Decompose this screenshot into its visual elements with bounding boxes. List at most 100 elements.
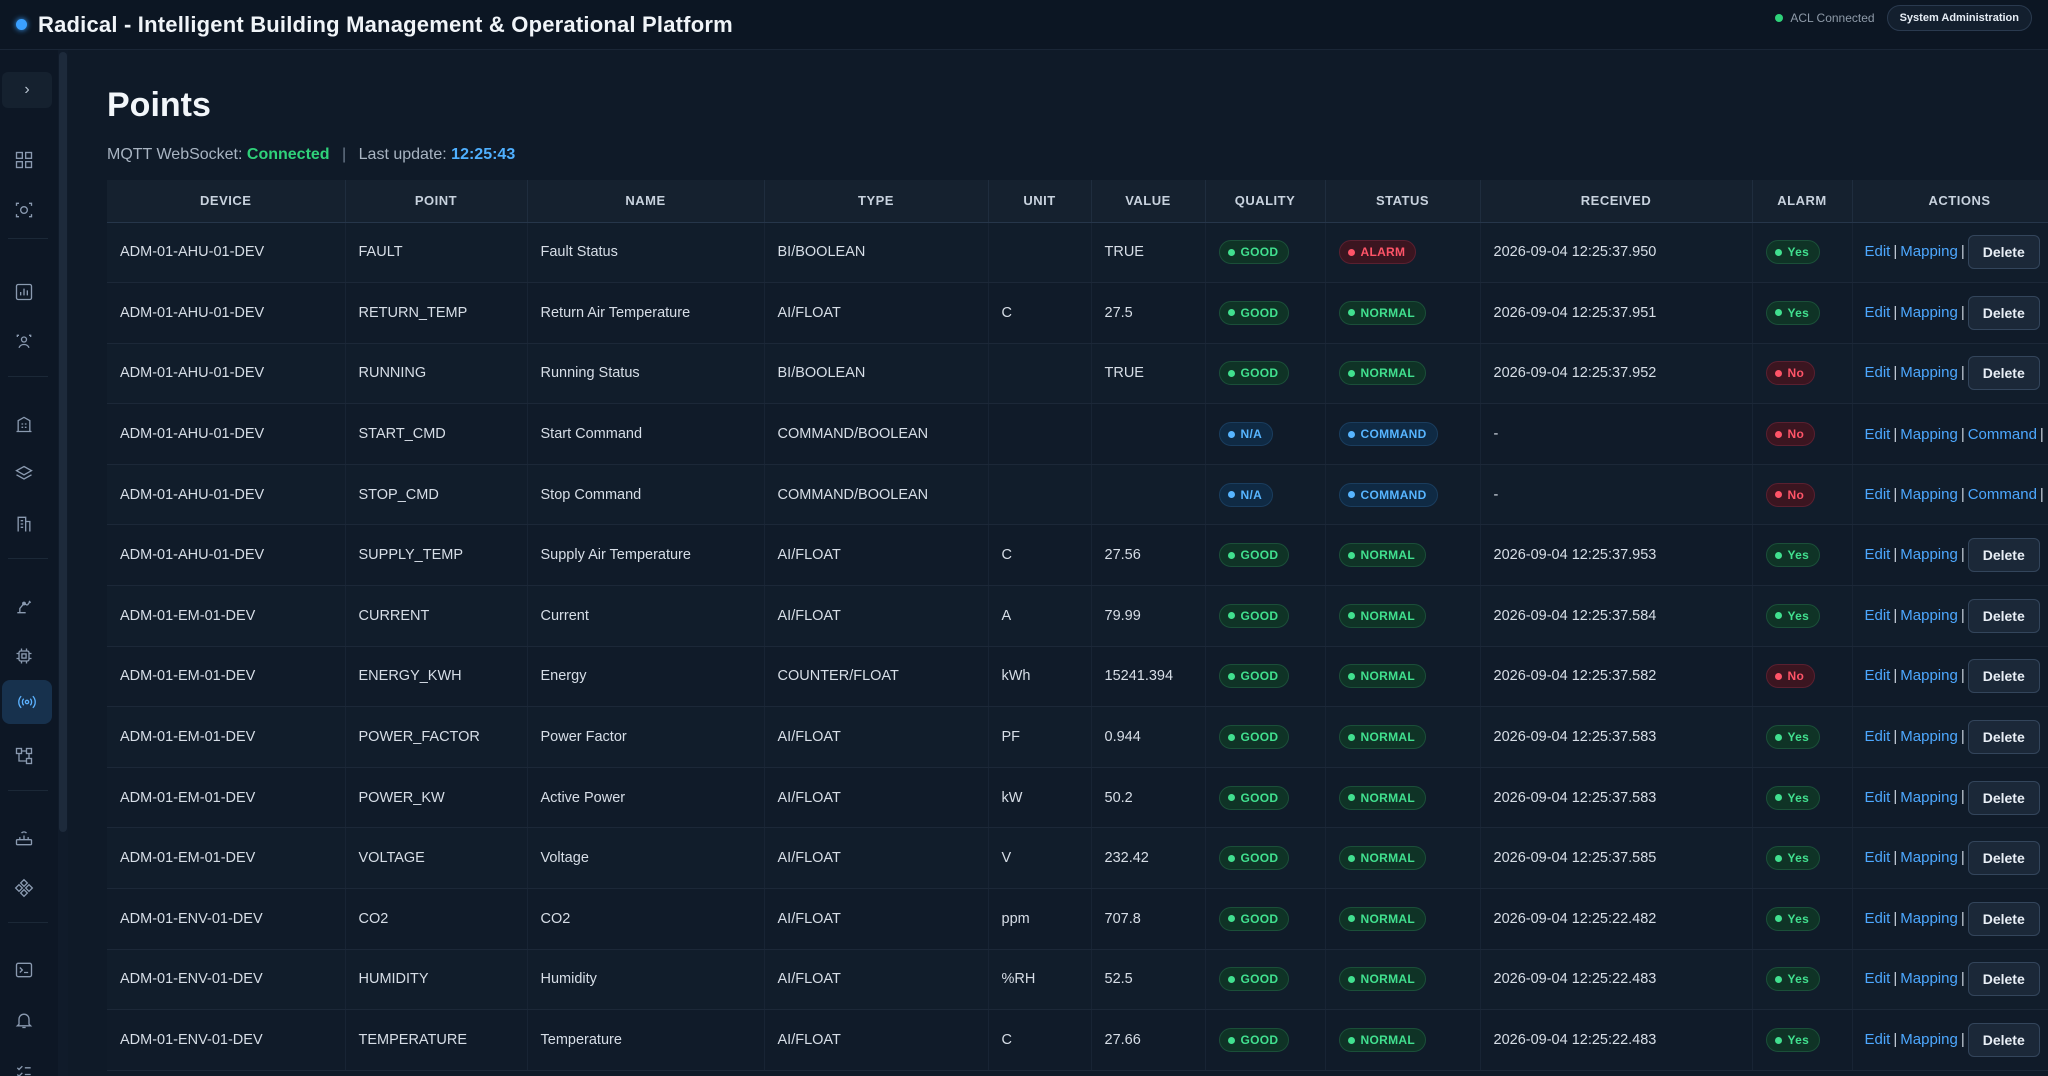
mapping-link[interactable]: Mapping <box>1900 788 1958 805</box>
mapping-link[interactable]: Mapping <box>1900 486 1958 503</box>
table-row[interactable]: ADM-01-AHU-01-DEV SUPPLY_TEMP Supply Air T… <box>107 524 2048 587</box>
cell-status: NORMAL <box>1325 1009 1481 1071</box>
table-row[interactable]: ADM-01-EM-01-DEV ENERGY_KWH Energy COUNTER/… <box>107 646 2048 708</box>
status-badge-label: NORMAL <box>1360 366 1415 381</box>
delete-button[interactable]: Delete <box>1967 720 2040 755</box>
quality-badge: GOOD <box>1218 361 1290 386</box>
sidebar-item-hierarchy[interactable] <box>4 736 44 776</box>
sidebar-item-network[interactable] <box>4 868 44 908</box>
sidebar-item-dashboard[interactable] <box>4 140 44 180</box>
delete-button[interactable]: Delete <box>1967 356 2040 391</box>
column-header-device[interactable]: DEVICE <box>107 180 346 223</box>
edit-link[interactable]: Edit <box>1865 849 1891 866</box>
table-row[interactable]: ADM-01-EM-01-DEV CURRENT Current AI/FLOAT A 7… <box>107 585 2048 647</box>
edit-link[interactable]: Edit <box>1865 728 1891 745</box>
device-text: ADM-01-EM-01-DEV <box>120 668 256 685</box>
edit-link[interactable]: Edit <box>1865 667 1891 684</box>
command-link[interactable]: Command <box>1968 426 2037 443</box>
cell-value: 27.56 <box>1091 524 1206 587</box>
edit-link[interactable]: Edit <box>1865 910 1891 927</box>
table-row[interactable]: ADM-01-AHU-01-DEV RUNNING Running Status BI… <box>107 343 2048 405</box>
table-row[interactable]: ADM-01-AHU-01-DEV FAULT Fault Status BI/BOO… <box>107 222 2048 284</box>
column-header-alarm[interactable]: ALARM <box>1752 180 1853 223</box>
sidebar-expand-button[interactable]: › <box>2 72 52 108</box>
sidebar-item-broadcast[interactable] <box>2 680 52 724</box>
cell-status: NORMAL <box>1325 706 1481 768</box>
column-header-unit[interactable]: UNIT <box>988 180 1092 223</box>
mapping-link[interactable]: Mapping <box>1900 426 1958 443</box>
table-row[interactable]: ADM-01-EM-01-DEV VOLTAGE Voltage AI/FLOAT V 2… <box>107 827 2048 890</box>
quality-badge-label: GOOD <box>1240 245 1279 260</box>
mapping-link[interactable]: Mapping <box>1900 546 1958 563</box>
delete-button[interactable]: Delete <box>1967 962 2040 997</box>
column-header-actions[interactable]: ACTIONS <box>1852 180 2048 223</box>
delete-button[interactable]: Delete <box>1967 295 2040 330</box>
sidebar-item-layers[interactable] <box>4 454 44 494</box>
mapping-link[interactable]: Mapping <box>1900 1031 1958 1048</box>
table-row[interactable]: ADM-01-AHU-01-DEV STOP_CMD Stop Command COM… <box>107 464 2048 526</box>
mapping-link[interactable]: Mapping <box>1900 304 1958 321</box>
table-row[interactable]: ADM-01-AHU-01-DEV START_CMD Start Command C… <box>107 403 2048 465</box>
cell-point: TEMPERATURE <box>345 1009 528 1071</box>
table-row[interactable]: ADM-01-ENV-01-DEV CO2 CO2 AI/FLOAT ppm 707.8 G… <box>107 888 2048 950</box>
edit-link[interactable]: Edit <box>1865 788 1891 805</box>
column-header-value[interactable]: VALUE <box>1091 180 1206 223</box>
edit-link[interactable]: Edit <box>1865 1031 1891 1048</box>
delete-button[interactable]: Delete <box>1967 538 2040 573</box>
cell-received: 2026-09-04 12:25:22.483 <box>1480 949 1753 1011</box>
sidebar-item-building[interactable] <box>4 404 44 444</box>
edit-link[interactable]: Edit <box>1865 426 1891 443</box>
edit-link[interactable]: Edit <box>1865 607 1891 624</box>
mapping-link[interactable]: Mapping <box>1900 970 1958 987</box>
delete-button[interactable]: Delete <box>1967 235 2040 270</box>
table-row[interactable]: ADM-01-ENV-01-DEV TEMPERATURE Temperature A… <box>107 1009 2048 1071</box>
table-row[interactable]: ADM-01-EM-01-DEV POWER_FACTOR Power Factor… <box>107 706 2048 768</box>
sidebar-item-people[interactable] <box>4 322 44 362</box>
column-header-received[interactable]: RECEIVED <box>1480 180 1753 223</box>
mapping-link[interactable]: Mapping <box>1900 364 1958 381</box>
table-row[interactable]: ADM-01-ENV-01-DEV HUMIDITY Humidity AI/FLOA… <box>107 949 2048 1011</box>
edit-link[interactable]: Edit <box>1865 364 1891 381</box>
column-header-name[interactable]: NAME <box>527 180 765 223</box>
delete-button[interactable]: Delete <box>1967 1023 2040 1058</box>
delete-button[interactable]: Delete <box>1967 841 2040 876</box>
sidebar-item-router[interactable] <box>4 818 44 858</box>
sidebar-scrollbar-thumb[interactable] <box>59 52 67 832</box>
edit-link[interactable]: Edit <box>1865 970 1891 987</box>
mapping-link[interactable]: Mapping <box>1900 849 1958 866</box>
system-administration-button[interactable]: System Administration <box>1886 5 2032 31</box>
command-link[interactable]: Command <box>1968 486 2037 503</box>
status-dot-icon <box>1227 733 1235 741</box>
mapping-link[interactable]: Mapping <box>1900 728 1958 745</box>
status-dot-icon <box>1774 309 1782 317</box>
delete-button[interactable]: Delete <box>1967 780 2040 815</box>
edit-link[interactable]: Edit <box>1865 304 1891 321</box>
sidebar-item-analytics[interactable] <box>4 272 44 312</box>
column-header-point[interactable]: POINT <box>345 180 528 223</box>
edit-link[interactable]: Edit <box>1865 546 1891 563</box>
column-header-type[interactable]: TYPE <box>764 180 989 223</box>
mapping-link[interactable]: Mapping <box>1900 910 1958 927</box>
table-row[interactable]: ADM-01-AHU-01-DEV RETURN_TEMP Return Air T… <box>107 282 2048 344</box>
edit-link[interactable]: Edit <box>1865 486 1891 503</box>
edit-link[interactable]: Edit <box>1865 243 1891 260</box>
sidebar-item-camera-scan[interactable] <box>4 190 44 230</box>
sidebar-item-bell[interactable] <box>4 1000 44 1040</box>
received-text: - <box>1493 486 1499 503</box>
column-header-quality[interactable]: QUALITY <box>1205 180 1326 223</box>
mapping-link[interactable]: Mapping <box>1900 667 1958 684</box>
mapping-link[interactable]: Mapping <box>1900 243 1958 260</box>
sidebar-item-checklist[interactable] <box>4 1052 44 1076</box>
sidebar-item-robot-arm[interactable] <box>4 586 44 626</box>
cell-actions: Edit | Mapping | Delete <box>1852 343 2048 405</box>
table-row[interactable]: ADM-01-EM-01-DEV POWER_KW Active Power AI/F… <box>107 767 2048 829</box>
sidebar-item-floor[interactable] <box>4 504 44 544</box>
mapping-link[interactable]: Mapping <box>1900 607 1958 624</box>
sidebar-item-chip[interactable] <box>4 636 44 676</box>
sidebar-item-terminal[interactable] <box>4 950 44 990</box>
value-text: 27.56 <box>1104 547 1141 564</box>
delete-button[interactable]: Delete <box>1967 659 2040 694</box>
delete-button[interactable]: Delete <box>1967 901 2040 936</box>
delete-button[interactable]: Delete <box>1967 598 2040 633</box>
column-header-status[interactable]: STATUS <box>1325 180 1481 223</box>
